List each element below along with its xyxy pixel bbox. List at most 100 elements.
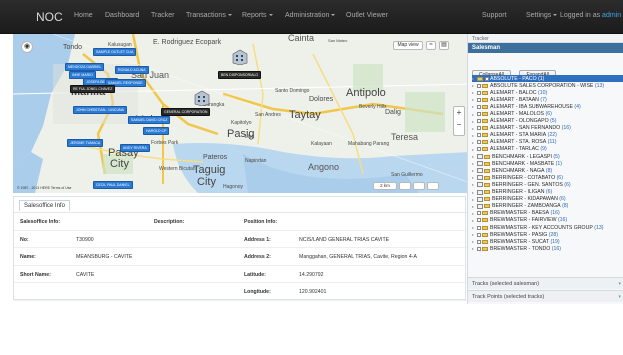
checkbox[interactable] bbox=[477, 196, 483, 202]
tree-item[interactable]: ▸ BENCHMARK - MASBATE (1) bbox=[472, 160, 623, 167]
map-pin[interactable]: SAMUEL DAVID CRUZ bbox=[128, 116, 171, 124]
zoom-out-icon[interactable]: − bbox=[454, 119, 464, 131]
chevron-down-icon bbox=[331, 14, 336, 17]
nav-outlet-viewer[interactable]: Outlet Viewer bbox=[346, 12, 388, 19]
tree-item[interactable]: ▸ BERRINGER - KIDAPAWAN (6) bbox=[472, 196, 623, 203]
map-type-icon[interactable] bbox=[413, 182, 425, 190]
tree-item[interactable]: ▸ BERRINGER - GEN. SANTOS (6) bbox=[472, 181, 623, 188]
map-pin[interactable]: CECIL PAUL DANIEL bbox=[93, 181, 133, 189]
checkbox[interactable] bbox=[477, 168, 483, 174]
map-view[interactable]: Cainta E. Rodriguez Ecopark San Mateo To… bbox=[13, 34, 471, 193]
map-pin[interactable]: ANDY RIVERA bbox=[120, 144, 150, 152]
tree-item[interactable]: ▸ ALEMART - IBA SUBWAREHOUSE (4) bbox=[472, 103, 623, 110]
tree-item[interactable]: ▸ ALEMART - OLONGAPO (5) bbox=[472, 118, 623, 125]
locate-icon[interactable]: ◉ bbox=[21, 41, 33, 53]
tree-item[interactable]: ▸ BERRINGER - ZAMBOANGA (8) bbox=[472, 203, 623, 210]
checkbox[interactable] bbox=[477, 211, 481, 216]
map-pin[interactable]: RE FUL JONEL CHAVEZ bbox=[70, 85, 116, 93]
tree-item[interactable]: ▸ BERRINGER - COTABATO (6) bbox=[472, 174, 623, 181]
map-pin[interactable]: BEN DISPONSORIALO bbox=[218, 71, 262, 79]
map-pin[interactable]: HAROLD CP bbox=[143, 127, 170, 135]
map-label-san-mateo: San Mateo bbox=[328, 38, 348, 43]
checkbox[interactable] bbox=[477, 161, 483, 167]
nav-dashboard[interactable]: Dashboard bbox=[105, 12, 139, 19]
checkbox[interactable] bbox=[477, 140, 481, 145]
checkbox[interactable] bbox=[477, 218, 481, 223]
checkbox[interactable] bbox=[477, 126, 481, 131]
checkbox[interactable] bbox=[477, 232, 481, 237]
tree-item[interactable]: ▸ ALEMART - STA MARIA (22) bbox=[472, 132, 623, 139]
map-pin[interactable]: MENDOZA GABRIEL bbox=[65, 63, 105, 71]
tree-item[interactable]: ▸ ALEMART - SAN FERNANDO (16) bbox=[472, 125, 623, 132]
checkbox[interactable] bbox=[477, 203, 483, 209]
info-row: Name: MEANSBURG - CAVITE Address 2: Mang… bbox=[14, 248, 467, 266]
map-pin[interactable]: SAMPLE OUTLET CUA bbox=[93, 48, 137, 56]
satellite-icon[interactable]: ≈ bbox=[426, 41, 436, 50]
checkbox[interactable] bbox=[477, 90, 481, 95]
map-label-dolores: Dolores bbox=[309, 96, 334, 103]
nav-home[interactable]: Home bbox=[74, 12, 93, 19]
tree-item[interactable]: ▸ ALEMART - MALOLOS (6) bbox=[472, 110, 623, 117]
nav-administration[interactable]: Administration bbox=[285, 12, 336, 19]
outlet-building-icon[interactable] bbox=[231, 49, 249, 65]
checkbox[interactable] bbox=[477, 189, 483, 195]
tree-item[interactable]: ▸ ALEMART - BATAAN (7) bbox=[472, 96, 623, 103]
checkbox[interactable] bbox=[477, 147, 481, 152]
tree-item[interactable]: ▸ ALEMART - STA. ROSA (11) bbox=[472, 139, 623, 146]
nav-settings[interactable]: Settings bbox=[526, 12, 558, 19]
tree-item[interactable]: ▸ ABSOLUTE SALES CORPORATION - WISE (13) bbox=[472, 82, 623, 89]
map-pin[interactable]: JEROME TUMACA bbox=[67, 139, 104, 147]
tree-item[interactable]: ▸ BENCHMARK - LEGASPI (5) bbox=[472, 153, 623, 160]
user-link[interactable]: admin bbox=[602, 12, 621, 19]
checkbox[interactable] bbox=[477, 119, 481, 124]
map-label-lipit: Lipit bbox=[245, 134, 255, 140]
salesman-header[interactable]: Salesman bbox=[468, 43, 623, 53]
chevron-down-icon: ▾ bbox=[618, 294, 621, 300]
nav-tracker[interactable]: Tracker bbox=[151, 12, 174, 19]
checkbox[interactable] bbox=[485, 76, 489, 81]
no-value: T30900 bbox=[76, 236, 94, 243]
tree-item[interactable]: ▸ BREWMASTER - KEY ACCOUNTS GROUP (13) bbox=[472, 224, 623, 231]
tracks-accordion[interactable]: Tracks (selected salesman) ▾ bbox=[468, 277, 623, 289]
checkbox[interactable] bbox=[477, 246, 481, 251]
tree-item[interactable]: ▸ BREWMASTER - BAESA (16) bbox=[472, 210, 623, 217]
brand-logo[interactable]: NOC bbox=[36, 10, 63, 24]
checkbox[interactable] bbox=[477, 175, 483, 181]
tree-item[interactable]: ▸ BREWMASTER - FAIRVIEW (16) bbox=[472, 217, 623, 224]
map-view-button[interactable]: Map view bbox=[393, 41, 423, 50]
checkbox[interactable] bbox=[477, 83, 481, 88]
tree-item[interactable]: ▸ ABSOLUTE - PACO (1) bbox=[472, 75, 623, 83]
map-pin[interactable]: RONALD ACUNA bbox=[115, 66, 149, 74]
map-label-tondo: Tondo bbox=[63, 44, 83, 51]
tree-item[interactable]: ▸ BREWMASTER - PASIG (28) bbox=[472, 231, 623, 238]
folder-icon bbox=[482, 104, 488, 109]
map-pin[interactable]: JOHN CHRISTIAN - LINCUNA bbox=[73, 106, 127, 114]
checkbox[interactable] bbox=[477, 104, 481, 109]
col-salesoffice-header: Salesoffice Info: bbox=[20, 219, 61, 225]
map-type-icon[interactable] bbox=[427, 182, 439, 190]
nav-transactions[interactable]: Transactions bbox=[186, 12, 232, 19]
nav-reports[interactable]: Reports bbox=[242, 12, 273, 19]
checkbox[interactable] bbox=[477, 133, 481, 138]
map-pin[interactable]: GENERAL CORPORATION bbox=[161, 108, 211, 116]
checkbox[interactable] bbox=[477, 154, 483, 160]
tree-item[interactable]: ▸ ALEMART - BALOC (10) bbox=[472, 89, 623, 96]
tree-item[interactable]: ▸ BERRINGER - ILIGAN (6) bbox=[472, 189, 623, 196]
checkbox[interactable] bbox=[477, 112, 481, 117]
outlet-building-icon[interactable] bbox=[193, 90, 211, 106]
checkbox[interactable] bbox=[477, 225, 481, 230]
zoom-in-icon[interactable]: + bbox=[454, 107, 464, 119]
checkbox[interactable] bbox=[477, 182, 483, 188]
tree-item[interactable]: ▸ ALEMART - TARLAC (9) bbox=[472, 146, 623, 153]
tree-item[interactable]: ▸ BREWMASTER - SUCAT (19) bbox=[472, 238, 623, 245]
track-points-accordion[interactable]: Track Points (selected tracks) ▾ bbox=[468, 290, 623, 302]
checkbox[interactable] bbox=[477, 239, 481, 244]
tree-item[interactable]: ▸ BREWMASTER - TONDO (16) bbox=[472, 245, 623, 252]
checkbox[interactable] bbox=[477, 97, 481, 102]
map-type-icon[interactable] bbox=[399, 182, 411, 190]
tab-salesoffice-info[interactable]: Salesoffice Info bbox=[19, 200, 70, 211]
nav-support[interactable]: Support bbox=[482, 12, 507, 19]
print-icon[interactable]: ▤ bbox=[439, 41, 449, 50]
tree-item[interactable]: ▸ BENCHMARK - NAGA (8) bbox=[472, 167, 623, 174]
folder-icon bbox=[484, 175, 490, 180]
